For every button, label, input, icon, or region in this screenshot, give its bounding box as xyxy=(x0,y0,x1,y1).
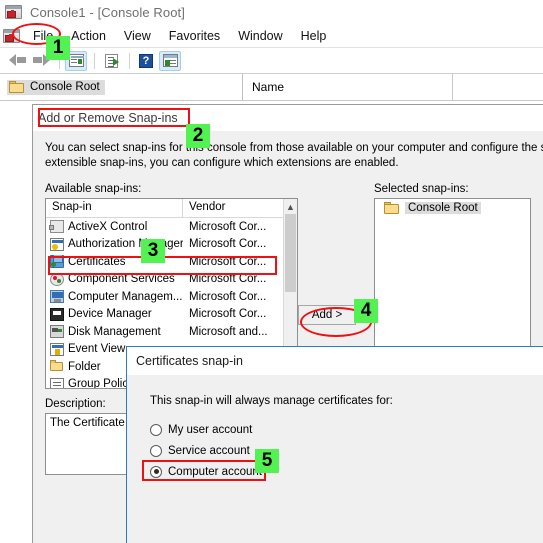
menu-item-view[interactable]: View xyxy=(115,27,160,45)
available-snapins-label: Available snap-ins: xyxy=(45,183,142,195)
console-tree-pane-header: Console Root xyxy=(0,74,243,100)
menu-item-help[interactable]: Help xyxy=(292,27,336,45)
radio-service-account[interactable]: Service account xyxy=(150,440,543,461)
help-icon: ? xyxy=(139,53,153,68)
list-item-vendor: Microsoft Cor... xyxy=(189,308,267,321)
tree-item-label: Console Root xyxy=(30,80,100,93)
radio-icon[interactable] xyxy=(150,444,162,457)
annotation-badge-1: 1 xyxy=(46,36,70,60)
activex-icon xyxy=(49,220,64,234)
list-item[interactable]: Disk Management Microsoft and... xyxy=(46,323,297,341)
list-item-vendor: Microsoft Cor... xyxy=(189,238,267,251)
list-item[interactable]: ActiveX Control Microsoft Cor... xyxy=(46,218,297,236)
show-action-pane-button[interactable] xyxy=(159,50,181,71)
mmc-console-icon xyxy=(5,5,22,20)
back-button[interactable] xyxy=(6,51,28,71)
list-item-vendor: Microsoft Cor... xyxy=(189,290,267,303)
menu-item-favorites[interactable]: Favorites xyxy=(160,27,229,45)
computer-management-icon xyxy=(50,290,64,304)
group-policy-icon xyxy=(50,377,64,388)
certificates-snapin-dialog: Certificates snap-in This snap-in will a… xyxy=(126,346,543,543)
list-item-label: Console Root xyxy=(405,202,481,214)
annotation-rect-dialog-title xyxy=(38,108,190,127)
list-header-row: Snap-in Vendor xyxy=(46,199,297,218)
list-item[interactable]: Authorization Manager Microsoft Cor... xyxy=(46,236,297,254)
result-pane-header: Name xyxy=(243,74,543,100)
child-dialog-question: This snap-in will always manage certific… xyxy=(150,395,393,407)
window-title: Console1 - [Console Root] xyxy=(30,5,185,20)
scrollbar-thumb[interactable] xyxy=(285,214,296,292)
column-header-name[interactable]: Name xyxy=(243,74,453,100)
selected-snapins-label: Selected snap-ins: xyxy=(374,183,469,195)
disk-management-icon xyxy=(50,325,64,339)
menu-item-action[interactable]: Action xyxy=(62,27,115,45)
list-item-label: Group Polic xyxy=(68,378,129,389)
annotation-badge-5: 5 xyxy=(255,449,279,473)
list-item-label: Folder xyxy=(68,360,101,373)
annotation-rect-computer-account xyxy=(142,460,266,481)
dialog-blurb-line2: extensible snap-ins, you can configure w… xyxy=(45,157,399,169)
radio-label: My user account xyxy=(168,423,253,436)
console-header: Console Root Name xyxy=(0,74,543,101)
toolbar-separator xyxy=(94,52,95,69)
child-dialog-title: Certificates snap-in xyxy=(127,347,543,375)
folder-icon xyxy=(50,360,64,373)
radio-label: Service account xyxy=(168,444,250,457)
list-item-label: Component Services xyxy=(68,273,175,286)
console-tree-icon xyxy=(68,54,84,67)
tree-item-console-root[interactable]: Console Root xyxy=(7,79,105,95)
action-pane-icon xyxy=(162,54,178,67)
list-item[interactable]: Device Manager Microsoft Cor... xyxy=(46,306,297,324)
list-item-console-root[interactable]: Console Root xyxy=(375,202,530,214)
help-button[interactable]: ? xyxy=(135,51,157,71)
list-item-label: ActiveX Control xyxy=(68,220,148,233)
device-manager-icon xyxy=(50,307,64,321)
toolbar: ? xyxy=(0,48,543,74)
list-item-vendor: Microsoft Cor... xyxy=(189,273,267,286)
column-header-snapin[interactable]: Snap-in xyxy=(46,199,183,217)
folder-icon xyxy=(9,80,24,93)
radio-my-user-account[interactable]: My user account xyxy=(150,419,543,440)
dialog-blurb-line1: You can select snap-ins for this console… xyxy=(45,142,543,154)
export-list-icon xyxy=(104,53,119,68)
title-bar: Console1 - [Console Root] xyxy=(0,0,543,25)
annotation-badge-4: 4 xyxy=(354,299,378,323)
scroll-up-icon[interactable]: ▲ xyxy=(284,199,297,214)
column-header-vendor[interactable]: Vendor xyxy=(183,199,297,217)
list-item-label: Device Manager xyxy=(68,308,152,321)
annotation-badge-3: 3 xyxy=(141,239,165,263)
toolbar-separator xyxy=(129,52,130,69)
left-arrow-icon xyxy=(8,54,26,67)
menu-item-window[interactable]: Window xyxy=(229,27,291,45)
list-item-label: Disk Management xyxy=(68,325,161,338)
annotation-badge-2: 2 xyxy=(186,124,210,148)
list-item-label: Computer Managem... xyxy=(68,290,183,303)
selected-snapins-list[interactable]: Console Root xyxy=(374,198,531,353)
menu-bar: File Action View Favorites Window Help xyxy=(0,25,543,48)
event-viewer-icon xyxy=(50,342,64,356)
list-item-vendor: Microsoft and... xyxy=(189,325,268,338)
export-list-button[interactable] xyxy=(100,51,122,71)
list-item[interactable]: Computer Managem... Microsoft Cor... xyxy=(46,288,297,306)
list-item-vendor: Microsoft Cor... xyxy=(189,220,267,233)
list-item-label: Authorization Manager xyxy=(68,238,183,251)
radio-icon[interactable] xyxy=(150,423,162,436)
list-item-label: Event View xyxy=(68,343,126,356)
folder-icon xyxy=(384,202,399,214)
authorization-manager-icon xyxy=(50,237,64,251)
